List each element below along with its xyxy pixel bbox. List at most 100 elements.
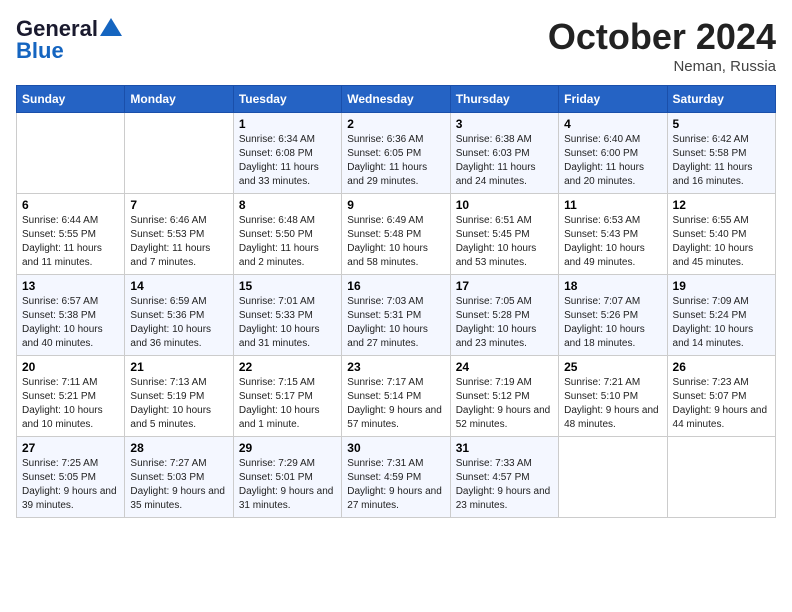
- day-number: 21: [130, 360, 227, 374]
- day-number: 11: [564, 198, 661, 212]
- logo: General Blue: [16, 16, 122, 64]
- day-number: 10: [456, 198, 553, 212]
- calendar-cell: 30Sunrise: 7:31 AM Sunset: 4:59 PM Dayli…: [342, 437, 450, 518]
- calendar-cell: 25 Sunrise: 7:21 AM Sunset: 5:10 PM Dayli…: [559, 356, 667, 437]
- calendar-table: SundayMondayTuesdayWednesdayThursdayFrid…: [16, 85, 776, 518]
- day-number: 25: [564, 360, 661, 374]
- cell-info: Sunrise: 7:19 AM Sunset: 5:12 PM Dayligh…: [456, 376, 553, 432]
- cell-info: Sunrise: 7:31 AM Sunset: 4:59 PM Dayligh…: [347, 457, 444, 513]
- calendar-cell: 19 Sunrise: 7:09 AM Sunset: 5:24 PM Dayli…: [667, 275, 775, 356]
- calendar-cell: 6 Sunrise: 6:44 AM Sunset: 5:55 PM Daylig…: [17, 194, 125, 275]
- calendar-cell: 18Sunrise: 7:07 AM Sunset: 5:26 PM Dayli…: [559, 275, 667, 356]
- week-row-5: 27 Sunrise: 7:25 AM Sunset: 5:05 PM Dayli…: [17, 437, 776, 518]
- day-number: 5: [673, 117, 770, 131]
- calendar-cell: [125, 113, 233, 194]
- day-number: 9: [347, 198, 444, 212]
- calendar-cell: 2 Sunrise: 6:36 AM Sunset: 6:05 PM Daylig…: [342, 113, 450, 194]
- day-number: 12: [673, 198, 770, 212]
- cell-info: Sunrise: 7:07 AM Sunset: 5:26 PM Dayligh…: [564, 295, 661, 351]
- day-number: 20: [22, 360, 119, 374]
- day-number: 17: [456, 279, 553, 293]
- cell-info: Sunrise: 7:27 AM Sunset: 5:03 PM Dayligh…: [130, 457, 227, 513]
- day-number: 1: [239, 117, 336, 131]
- header-saturday: Saturday: [667, 86, 775, 113]
- header-sunday: Sunday: [17, 86, 125, 113]
- cell-info: Sunrise: 7:29 AM Sunset: 5:01 PM Dayligh…: [239, 457, 336, 513]
- calendar-cell: 3Sunrise: 6:38 AM Sunset: 6:03 PM Daylig…: [450, 113, 558, 194]
- day-number: 2: [347, 117, 444, 131]
- cell-info: Sunrise: 6:46 AM Sunset: 5:53 PM Dayligh…: [130, 214, 227, 270]
- calendar-cell: 29 Sunrise: 7:29 AM Sunset: 5:01 PM Dayli…: [233, 437, 341, 518]
- day-header-row: SundayMondayTuesdayWednesdayThursdayFrid…: [17, 86, 776, 113]
- day-number: 22: [239, 360, 336, 374]
- logo-blue: Blue: [16, 38, 64, 64]
- day-number: 29: [239, 441, 336, 455]
- cell-info: Sunrise: 7:05 AM Sunset: 5:28 PM Dayligh…: [456, 295, 553, 351]
- header-wednesday: Wednesday: [342, 86, 450, 113]
- calendar-cell: 17 Sunrise: 7:05 AM Sunset: 5:28 PM Dayli…: [450, 275, 558, 356]
- month-title: October 2024: [548, 16, 776, 58]
- day-number: 27: [22, 441, 119, 455]
- day-number: 26: [673, 360, 770, 374]
- week-row-4: 20 Sunrise: 7:11 AM Sunset: 5:21 PM Dayli…: [17, 356, 776, 437]
- cell-info: Sunrise: 7:25 AM Sunset: 5:05 PM Dayligh…: [22, 457, 119, 513]
- location-subtitle: Neman, Russia: [548, 58, 776, 75]
- day-number: 23: [347, 360, 444, 374]
- header-tuesday: Tuesday: [233, 86, 341, 113]
- cell-info: Sunrise: 7:11 AM Sunset: 5:21 PM Dayligh…: [22, 376, 119, 432]
- week-row-2: 6 Sunrise: 6:44 AM Sunset: 5:55 PM Daylig…: [17, 194, 776, 275]
- calendar-cell: 10 Sunrise: 6:51 AM Sunset: 5:45 PM Dayli…: [450, 194, 558, 275]
- calendar-cell: 26 Sunrise: 7:23 AM Sunset: 5:07 PM Dayli…: [667, 356, 775, 437]
- cell-info: Sunrise: 6:36 AM Sunset: 6:05 PM Dayligh…: [347, 133, 444, 189]
- calendar-cell: 20 Sunrise: 7:11 AM Sunset: 5:21 PM Dayli…: [17, 356, 125, 437]
- calendar-cell: 9 Sunrise: 6:49 AM Sunset: 5:48 PM Daylig…: [342, 194, 450, 275]
- header-thursday: Thursday: [450, 86, 558, 113]
- calendar-cell: [559, 437, 667, 518]
- header-monday: Monday: [125, 86, 233, 113]
- calendar-cell: 31 Sunrise: 7:33 AM Sunset: 4:57 PM Dayli…: [450, 437, 558, 518]
- week-row-3: 13Sunrise: 6:57 AM Sunset: 5:38 PM Dayli…: [17, 275, 776, 356]
- cell-info: Sunrise: 6:38 AM Sunset: 6:03 PM Dayligh…: [456, 133, 553, 189]
- day-number: 24: [456, 360, 553, 374]
- calendar-cell: 22Sunrise: 7:15 AM Sunset: 5:17 PM Dayli…: [233, 356, 341, 437]
- logo-icon: [100, 18, 122, 36]
- calendar-cell: 28Sunrise: 7:27 AM Sunset: 5:03 PM Dayli…: [125, 437, 233, 518]
- day-number: 19: [673, 279, 770, 293]
- calendar-cell: 14Sunrise: 6:59 AM Sunset: 5:36 PM Dayli…: [125, 275, 233, 356]
- calendar-cell: 11Sunrise: 6:53 AM Sunset: 5:43 PM Dayli…: [559, 194, 667, 275]
- day-number: 15: [239, 279, 336, 293]
- calendar-cell: [17, 113, 125, 194]
- cell-info: Sunrise: 6:42 AM Sunset: 5:58 PM Dayligh…: [673, 133, 770, 189]
- calendar-cell: 4 Sunrise: 6:40 AM Sunset: 6:00 PM Daylig…: [559, 113, 667, 194]
- header-friday: Friday: [559, 86, 667, 113]
- day-number: 14: [130, 279, 227, 293]
- cell-info: Sunrise: 6:57 AM Sunset: 5:38 PM Dayligh…: [22, 295, 119, 351]
- calendar-cell: 13Sunrise: 6:57 AM Sunset: 5:38 PM Dayli…: [17, 275, 125, 356]
- cell-info: Sunrise: 6:40 AM Sunset: 6:00 PM Dayligh…: [564, 133, 661, 189]
- day-number: 16: [347, 279, 444, 293]
- cell-info: Sunrise: 7:17 AM Sunset: 5:14 PM Dayligh…: [347, 376, 444, 432]
- cell-info: Sunrise: 7:33 AM Sunset: 4:57 PM Dayligh…: [456, 457, 553, 513]
- cell-info: Sunrise: 6:55 AM Sunset: 5:40 PM Dayligh…: [673, 214, 770, 270]
- calendar-cell: 16Sunrise: 7:03 AM Sunset: 5:31 PM Dayli…: [342, 275, 450, 356]
- cell-info: Sunrise: 6:49 AM Sunset: 5:48 PM Dayligh…: [347, 214, 444, 270]
- cell-info: Sunrise: 6:44 AM Sunset: 5:55 PM Dayligh…: [22, 214, 119, 270]
- calendar-cell: [667, 437, 775, 518]
- calendar-cell: 1 Sunrise: 6:34 AM Sunset: 6:08 PM Daylig…: [233, 113, 341, 194]
- cell-info: Sunrise: 6:34 AM Sunset: 6:08 PM Dayligh…: [239, 133, 336, 189]
- calendar-cell: 12 Sunrise: 6:55 AM Sunset: 5:40 PM Dayli…: [667, 194, 775, 275]
- cell-info: Sunrise: 7:21 AM Sunset: 5:10 PM Dayligh…: [564, 376, 661, 432]
- calendar-cell: 27 Sunrise: 7:25 AM Sunset: 5:05 PM Dayli…: [17, 437, 125, 518]
- day-number: 31: [456, 441, 553, 455]
- title-block: October 2024 Neman, Russia: [548, 16, 776, 75]
- day-number: 4: [564, 117, 661, 131]
- cell-info: Sunrise: 7:23 AM Sunset: 5:07 PM Dayligh…: [673, 376, 770, 432]
- cell-info: Sunrise: 6:48 AM Sunset: 5:50 PM Dayligh…: [239, 214, 336, 270]
- cell-info: Sunrise: 7:01 AM Sunset: 5:33 PM Dayligh…: [239, 295, 336, 351]
- cell-info: Sunrise: 7:09 AM Sunset: 5:24 PM Dayligh…: [673, 295, 770, 351]
- cell-info: Sunrise: 6:51 AM Sunset: 5:45 PM Dayligh…: [456, 214, 553, 270]
- day-number: 6: [22, 198, 119, 212]
- calendar-cell: 15 Sunrise: 7:01 AM Sunset: 5:33 PM Dayli…: [233, 275, 341, 356]
- calendar-cell: 23 Sunrise: 7:17 AM Sunset: 5:14 PM Dayli…: [342, 356, 450, 437]
- page-header: General Blue October 2024 Neman, Russia: [16, 16, 776, 75]
